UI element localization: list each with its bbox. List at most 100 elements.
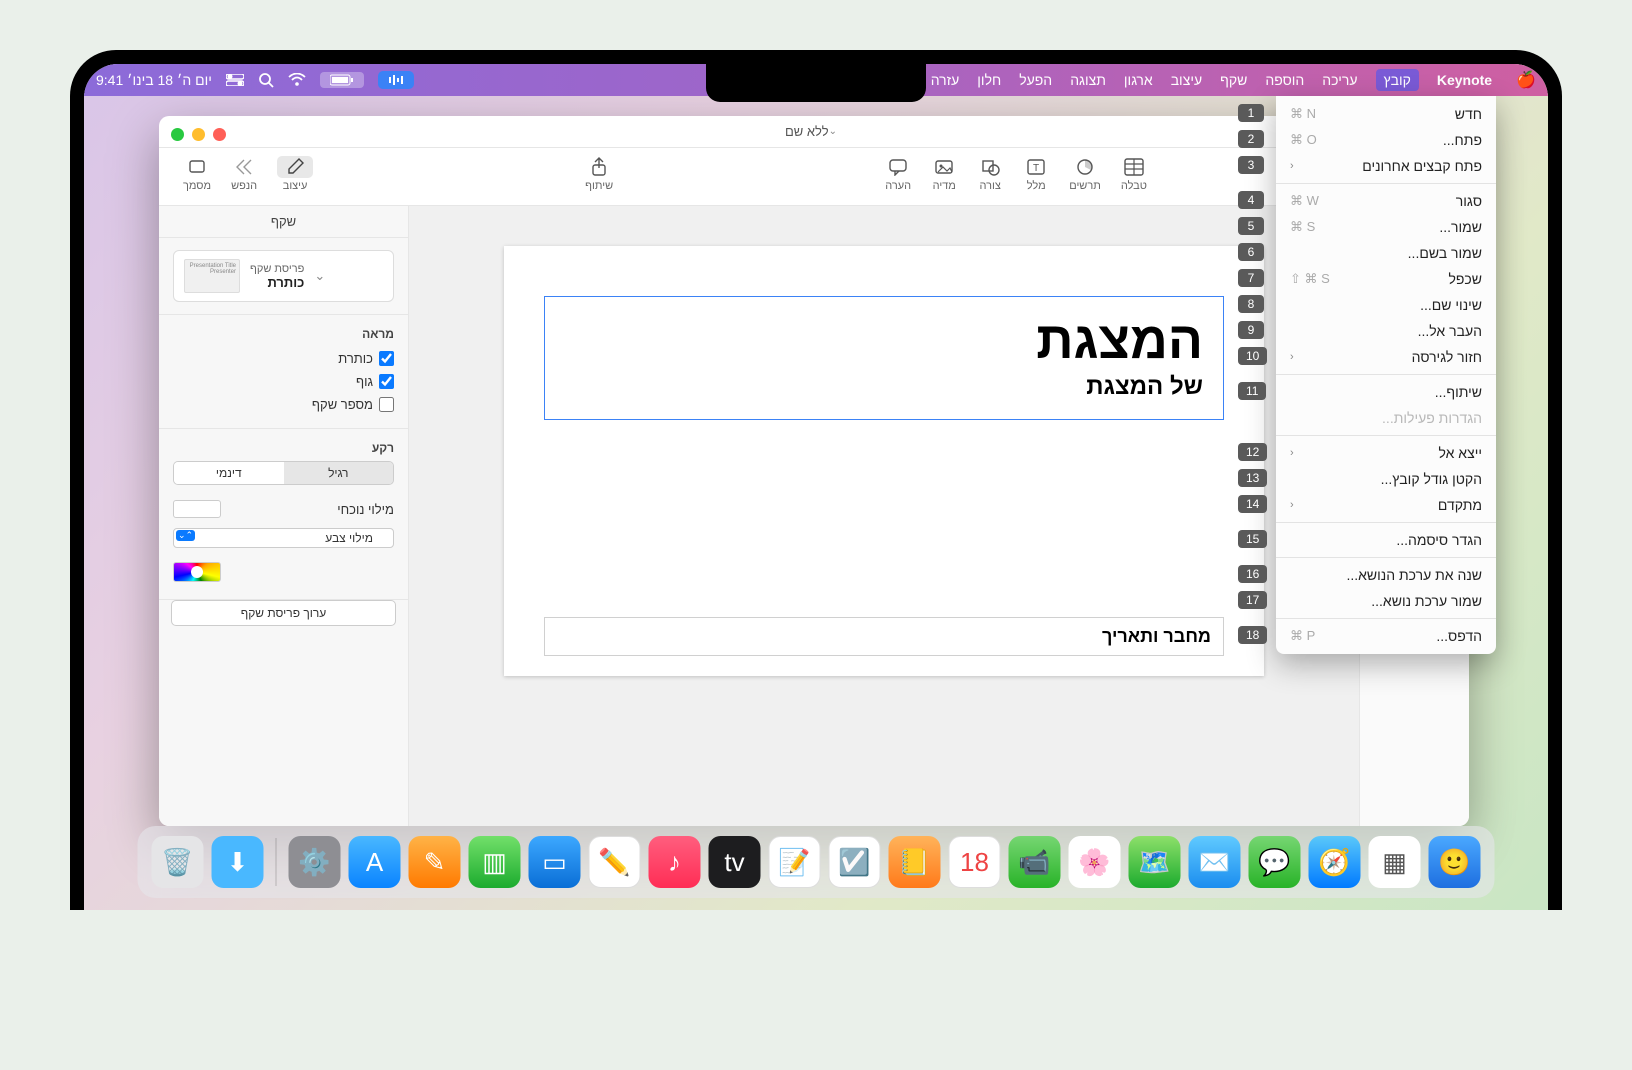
dock-downloads[interactable]: ⬇ [212, 836, 264, 888]
chevron-down-icon[interactable]: ⌄ [829, 126, 837, 137]
menu-item[interactable]: 1חדש⌘ N [1276, 101, 1496, 127]
toolbar-shape[interactable]: צורה [967, 154, 1013, 194]
dock-appstore[interactable]: A [349, 836, 401, 888]
slide-canvas[interactable]: המצגת של המצגת מחבר ותאריך [409, 206, 1359, 826]
fill-type-select[interactable]: מילוי צבע [173, 528, 394, 548]
menu-item[interactable]: 7שכפל⇧ ⌘ S [1276, 266, 1496, 292]
dock-keynote[interactable]: ▭ [529, 836, 581, 888]
menu-file[interactable]: קובץ [1376, 69, 1419, 91]
toolbar-chart[interactable]: תרשים [1059, 154, 1111, 194]
toolbar-document[interactable]: מסמך [173, 154, 221, 194]
toolbar-table[interactable]: טבלה [1111, 154, 1157, 194]
chart-icon [1072, 156, 1098, 178]
inspector-tab[interactable]: שקף [159, 206, 408, 238]
title-placeholder[interactable]: המצגת של המצגת [544, 296, 1224, 420]
seg-dynamic[interactable]: דינמי [174, 462, 284, 484]
dock-maps[interactable]: 🗺️ [1129, 836, 1181, 888]
dock-settings[interactable]: ⚙️ [289, 836, 341, 888]
dock-reminders[interactable]: ☑️ [829, 836, 881, 888]
menu-play[interactable]: הפעל [1019, 72, 1052, 88]
toolbar-format[interactable]: עיצוב [267, 154, 323, 194]
dock-music[interactable]: ♪ [649, 836, 701, 888]
dock: 🙂 ▦ 🧭 💬 ✉️ 🗺️ 🌸 📹 18 📒 ☑️ 📝 tv ♪ ✏️ ▭ ▥ … [138, 826, 1495, 898]
menu-item[interactable]: 6שמור בשם... [1276, 240, 1496, 266]
app-name[interactable]: Keynote [1437, 72, 1492, 88]
fullscreen-button[interactable] [171, 128, 184, 141]
menu-slide[interactable]: שקף [1220, 72, 1247, 88]
menu-item[interactable]: 14מתקדם‹ [1276, 492, 1496, 518]
media-icon [931, 156, 957, 178]
background-header: רקע [173, 441, 394, 455]
menu-window[interactable]: חלון [977, 72, 1001, 88]
color-wheel-button[interactable] [173, 562, 221, 582]
menu-item[interactable]: 15הגדר סיסמה... [1276, 527, 1496, 553]
menu-item[interactable]: 17שמור ערכת נושא... [1276, 588, 1496, 614]
menubar-clock[interactable]: יום ה׳ 18 בינו׳ 9:41 [96, 72, 212, 88]
dock-messages[interactable]: 💬 [1249, 836, 1301, 888]
menu-help[interactable]: עזרה [931, 72, 960, 88]
dock-mail[interactable]: ✉️ [1189, 836, 1241, 888]
dock-finder[interactable]: 🙂 [1429, 836, 1481, 888]
menu-item[interactable]: 4סגור⌘ W [1276, 188, 1496, 214]
apple-menu-icon[interactable]: 🍎 [1516, 70, 1536, 90]
document-icon [184, 156, 210, 178]
menu-format[interactable]: עיצוב [1171, 72, 1202, 88]
wifi-icon[interactable] [288, 73, 306, 87]
menu-item[interactable]: 9העבר אל... [1276, 318, 1496, 344]
background-segmented[interactable]: רגיל דינמי [173, 461, 394, 485]
toolbar-text[interactable]: Tמלל [1013, 154, 1059, 194]
toolbar-media[interactable]: מדיה [921, 154, 967, 194]
search-icon[interactable] [258, 72, 274, 88]
checkbox-title[interactable]: כותרת [173, 347, 394, 370]
checkbox-body[interactable]: גוף [173, 370, 394, 393]
dock-pages[interactable]: ✎ [409, 836, 461, 888]
dock-calendar[interactable]: 18 [949, 836, 1001, 888]
dock-photos[interactable]: 🌸 [1069, 836, 1121, 888]
dock-numbers[interactable]: ▥ [469, 836, 521, 888]
svg-text:T: T [1033, 163, 1039, 174]
menu-item: הגדרות פעילות... [1276, 405, 1496, 431]
dock-facetime[interactable]: 📹 [1009, 836, 1061, 888]
menu-item[interactable]: 18הדפס...⌘ P [1276, 623, 1496, 649]
dock-freeform[interactable]: ✏️ [589, 836, 641, 888]
close-button[interactable] [213, 128, 226, 141]
slide-layout-picker[interactable]: ⌄ פריסת שקףכותרת Presentation TitlePrese… [173, 250, 394, 302]
format-inspector: שקף ⌄ פריסת שקףכותרת Presentation TitleP… [159, 206, 409, 826]
step-badge: 4 [1238, 191, 1264, 209]
menu-item[interactable]: 12ייצא אל‹ [1276, 440, 1496, 466]
menu-insert[interactable]: הוספה [1265, 72, 1304, 88]
menu-view[interactable]: תצוגה [1070, 72, 1106, 88]
mic-status-icon[interactable] [378, 71, 414, 89]
battery-icon[interactable] [320, 72, 364, 88]
menu-arrange[interactable]: ארגון [1124, 72, 1153, 88]
menu-item[interactable]: 11שיתוף... [1276, 379, 1496, 405]
dock-notes[interactable]: 📝 [769, 836, 821, 888]
checkbox-slidenum[interactable]: מספר שקף [173, 393, 394, 416]
menu-item[interactable]: 2פתח...⌘ O [1276, 127, 1496, 153]
menu-item[interactable]: 3פתח קבצים אחרונים‹ [1276, 153, 1496, 179]
minimize-button[interactable] [192, 128, 205, 141]
slide[interactable]: המצגת של המצגת מחבר ותאריך [504, 246, 1264, 676]
control-center-icon[interactable] [226, 74, 244, 86]
step-badge: 13 [1238, 469, 1267, 487]
current-fill-swatch[interactable] [173, 500, 221, 518]
menu-item[interactable]: 8שינוי שם... [1276, 292, 1496, 318]
menu-item[interactable]: 13הקטן גודל קובץ... [1276, 466, 1496, 492]
dock-contacts[interactable]: 📒 [889, 836, 941, 888]
dock-launchpad[interactable]: ▦ [1369, 836, 1421, 888]
toolbar-share[interactable]: שיתוף [575, 154, 623, 194]
menu-item[interactable]: 10חזור לגירסה‹ [1276, 344, 1496, 370]
seg-normal[interactable]: רגיל [284, 462, 394, 484]
menu-item[interactable]: 5שמור...⌘ S [1276, 214, 1496, 240]
dock-trash[interactable]: 🗑️ [152, 836, 204, 888]
toolbar-comment[interactable]: הערה [875, 154, 921, 194]
slide-footer[interactable]: מחבר ותאריך [544, 617, 1224, 656]
step-badge: 18 [1238, 626, 1267, 644]
edit-slide-layout-button[interactable]: ערוך פריסת שקף [171, 600, 396, 626]
toolbar-animate[interactable]: הנפש [221, 154, 267, 194]
dock-tv[interactable]: tv [709, 836, 761, 888]
dock-safari[interactable]: 🧭 [1309, 836, 1361, 888]
menu-edit[interactable]: עריכה [1322, 72, 1357, 88]
paintbrush-icon [277, 156, 313, 178]
menu-item[interactable]: 16שנה את ערכת הנושא... [1276, 562, 1496, 588]
